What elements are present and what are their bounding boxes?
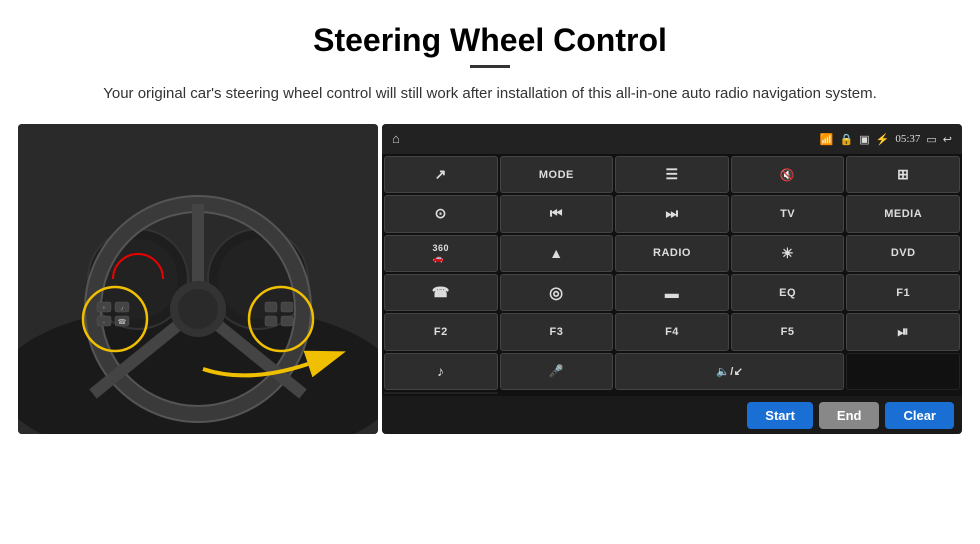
f1-btn[interactable]: F1 [846,274,960,311]
f3-btn[interactable]: F3 [500,313,614,350]
clock: 05:37 [895,133,920,145]
brightness-btn[interactable]: ☀ [731,235,845,272]
window-icon: ▭ [926,133,936,146]
topbar-right: 📶 🔒 ▣ ⚡ 05:37 ▭ ↩ [820,133,952,146]
next-btn[interactable]: ⏭ [615,195,729,232]
tv-btn[interactable]: TV [731,195,845,232]
page-title: Steering Wheel Control [0,0,980,65]
internet-btn[interactable]: ◎ [500,274,614,311]
eq-btn[interactable]: EQ [731,274,845,311]
empty2 [384,392,498,394]
wifi-icon: 📶 [820,133,834,146]
apps-btn[interactable]: ⊞ [846,156,960,193]
button-grid: ↗ MODE ☰ 🔇 ⊞ ⊙ ⏮ ⏭ TV MEDIA 360🚗 ▲ RADIO… [382,154,962,396]
f5-btn[interactable]: F5 [731,313,845,350]
f4-btn[interactable]: F4 [615,313,729,350]
mute-btn[interactable]: 🔇 [731,156,845,193]
360-btn[interactable]: 360🚗 [384,235,498,272]
radio-btn[interactable]: RADIO [615,235,729,272]
topbar-left: ⌂ [392,131,400,147]
mic-btn[interactable]: 🎤 [500,353,614,390]
svg-text:-: - [103,320,105,326]
bluetooth-icon: ⚡ [876,133,890,146]
end-button[interactable]: End [819,402,880,429]
list-btn[interactable]: ☰ [615,156,729,193]
clear-button[interactable]: Clear [885,402,954,429]
nav-btn[interactable]: ↗ [384,156,498,193]
prev-btn[interactable]: ⏮ [500,195,614,232]
panel-topbar: ⌂ 📶 🔒 ▣ ⚡ 05:37 ▭ ↩ [382,124,962,154]
subtitle: Your original car's steering wheel contr… [0,82,980,124]
svg-text:☎: ☎ [118,318,127,326]
settings-btn[interactable]: ⊙ [384,195,498,232]
volume-call-btn[interactable]: 🔈/↙ [615,353,844,390]
back-icon: ↩ [943,133,952,146]
bottom-action-bar: Start End Clear [382,396,962,434]
screen-btn[interactable]: ▬ [615,274,729,311]
f2-btn[interactable]: F2 [384,313,498,350]
sim-icon: ▣ [859,133,869,146]
steering-wheel-image: + - ♪ ☎ [18,124,378,434]
start-button[interactable]: Start [747,402,813,429]
title-divider [470,65,510,68]
music-btn[interactable]: ♪ [384,353,498,390]
mode-btn[interactable]: MODE [500,156,614,193]
dvd-btn[interactable]: DVD [846,235,960,272]
control-panel: ⌂ 📶 🔒 ▣ ⚡ 05:37 ▭ ↩ ↗ MODE ☰ 🔇 [382,124,962,434]
media-btn[interactable]: MEDIA [846,195,960,232]
lock-icon: 🔒 [840,133,854,146]
home-icon: ⌂ [392,131,400,147]
content-row: + - ♪ ☎ [0,124,980,434]
playpause-btn[interactable]: ⏯ [846,313,960,350]
page-container: Steering Wheel Control Your original car… [0,0,980,434]
eject-btn[interactable]: ▲ [500,235,614,272]
phone-btn[interactable]: ☎ [384,274,498,311]
svg-text:♪: ♪ [121,306,124,312]
empty1 [846,353,960,390]
